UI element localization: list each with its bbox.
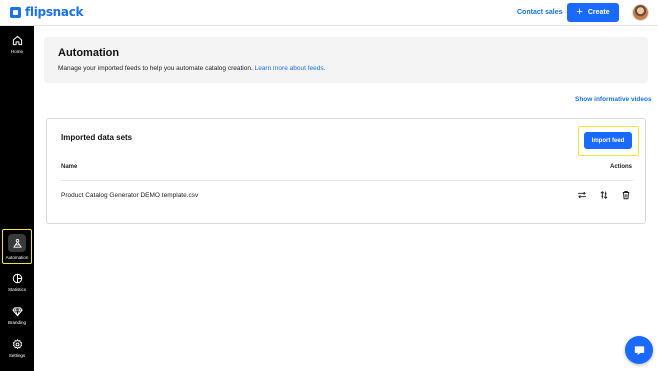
sidebar-item-label: Branding bbox=[7, 320, 26, 325]
page-title: Automation bbox=[58, 47, 120, 59]
sidebar-item-label: Settings bbox=[8, 353, 26, 358]
diamond-icon bbox=[11, 307, 23, 317]
sidebar-item-statistics[interactable]: Statistics bbox=[0, 273, 34, 292]
chat-icon bbox=[634, 345, 644, 355]
create-button[interactable]: + Create bbox=[567, 3, 619, 22]
page-header: Automation Manage your imported feeds to… bbox=[44, 37, 648, 83]
imported-datasets-card: Imported data sets Import feed Name Acti… bbox=[46, 118, 646, 224]
trash-icon[interactable] bbox=[621, 190, 631, 200]
create-button-label: Create bbox=[587, 9, 610, 16]
sidebar-item-home[interactable]: Home bbox=[0, 35, 34, 54]
sidebar: Home Automation Statistics Branding Sett… bbox=[0, 26, 34, 371]
repeat-icon[interactable] bbox=[577, 190, 587, 200]
automation-icon bbox=[12, 238, 22, 248]
home-icon bbox=[12, 35, 22, 46]
plus-icon: + bbox=[576, 6, 583, 18]
sidebar-item-automation[interactable]: Automation bbox=[2, 229, 32, 264]
description-text: Manage your imported feeds to help you a… bbox=[58, 65, 253, 72]
contact-sales-link[interactable]: Contact sales bbox=[517, 9, 563, 16]
import-feed-highlight: Import feed bbox=[578, 126, 639, 156]
sort-arrows-icon[interactable] bbox=[599, 190, 609, 200]
show-informative-videos-link[interactable]: Show informative videos bbox=[575, 96, 652, 103]
main-content: Automation Manage your imported feeds to… bbox=[34, 26, 658, 371]
statistics-icon bbox=[12, 273, 22, 284]
sidebar-item-branding[interactable]: Branding bbox=[0, 306, 34, 325]
logo-text: flipsnack bbox=[25, 5, 84, 19]
column-header-name: Name bbox=[61, 164, 78, 170]
column-header-actions: Actions bbox=[610, 164, 633, 170]
import-feed-button[interactable]: Import feed bbox=[584, 132, 632, 149]
learn-more-link[interactable]: Learn more about feeds. bbox=[255, 65, 326, 72]
sidebar-item-label: Statistics bbox=[7, 287, 26, 292]
table-row: Product Catalog Generator DEMO template.… bbox=[47, 181, 645, 207]
top-bar: flipsnack Contact sales + Create bbox=[0, 0, 658, 26]
flipsnack-logo[interactable]: flipsnack bbox=[10, 5, 84, 19]
sidebar-item-settings[interactable]: Settings bbox=[0, 339, 34, 358]
section-title: Imported data sets bbox=[61, 133, 133, 142]
gear-icon bbox=[12, 339, 22, 350]
automation-icon-bg bbox=[8, 234, 26, 252]
dataset-name: Product Catalog Generator DEMO template.… bbox=[61, 192, 199, 199]
avatar[interactable] bbox=[632, 4, 649, 21]
page-description: Manage your imported feeds to help you a… bbox=[58, 65, 325, 72]
logo-icon bbox=[10, 7, 21, 18]
chat-button[interactable] bbox=[625, 336, 653, 364]
sidebar-item-label: Automation bbox=[5, 255, 29, 260]
sidebar-item-label: Home bbox=[10, 49, 23, 54]
